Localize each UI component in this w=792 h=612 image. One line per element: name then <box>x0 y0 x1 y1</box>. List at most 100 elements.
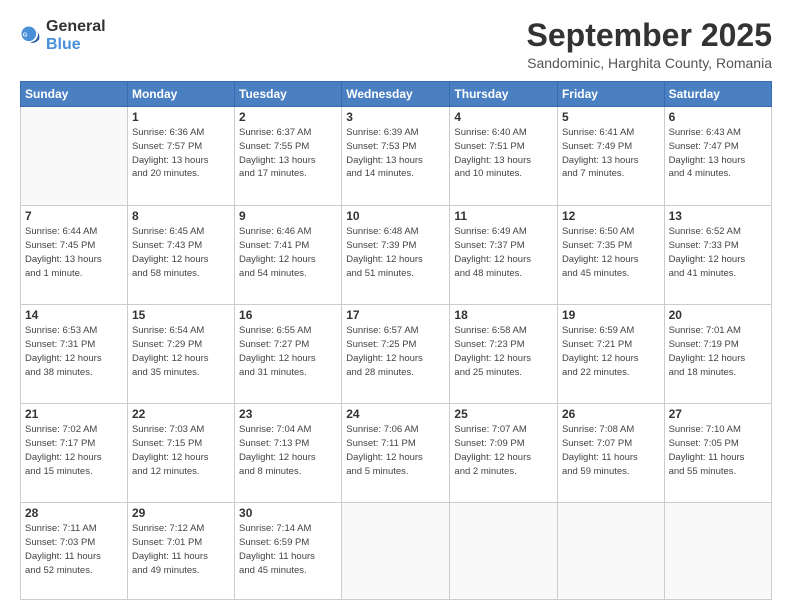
calendar-cell: 27 Sunrise: 7:10 AM Sunset: 7:05 PM Dayli… <box>664 404 771 503</box>
calendar-cell: 9 Sunrise: 6:46 AM Sunset: 7:41 PM Daylig… <box>235 206 342 305</box>
calendar-header-row: SundayMondayTuesdayWednesdayThursdayFrid… <box>21 82 772 107</box>
day-number: 27 <box>669 407 767 421</box>
calendar-header-saturday: Saturday <box>664 82 771 107</box>
day-number: 4 <box>454 110 553 124</box>
calendar-cell: 25 Sunrise: 7:07 AM Sunset: 7:09 PM Dayli… <box>450 404 558 503</box>
day-number: 18 <box>454 308 553 322</box>
calendar-cell: 18Sunrise: 6:58 AM Sunset: 7:23 PM Dayli… <box>450 305 558 404</box>
calendar-cell: 10 Sunrise: 6:48 AM Sunset: 7:39 PM Dayli… <box>342 206 450 305</box>
calendar-cell <box>21 107 128 206</box>
day-number: 17 <box>346 308 445 322</box>
day-number: 7 <box>25 209 123 223</box>
calendar-cell: 4 Sunrise: 6:40 AM Sunset: 7:51 PM Daylig… <box>450 107 558 206</box>
day-info: Sunrise: 6:57 AM Sunset: 7:25 PM Dayligh… <box>346 324 445 379</box>
day-number: 12 <box>562 209 660 223</box>
day-number: 25 <box>454 407 553 421</box>
day-info: Sunrise: 7:01 AM Sunset: 7:19 PM Dayligh… <box>669 324 767 379</box>
main-title: September 2025 <box>527 18 772 53</box>
day-number: 3 <box>346 110 445 124</box>
day-info: Sunrise: 7:02 AM Sunset: 7:17 PM Dayligh… <box>25 423 123 478</box>
calendar-header-thursday: Thursday <box>450 82 558 107</box>
day-number: 21 <box>25 407 123 421</box>
day-number: 20 <box>669 308 767 322</box>
day-number: 29 <box>132 506 230 520</box>
day-info: Sunrise: 7:06 AM Sunset: 7:11 PM Dayligh… <box>346 423 445 478</box>
top-section: G General Blue September 2025 Sandominic… <box>20 18 772 71</box>
day-info: Sunrise: 6:50 AM Sunset: 7:35 PM Dayligh… <box>562 225 660 280</box>
day-info: Sunrise: 6:54 AM Sunset: 7:29 PM Dayligh… <box>132 324 230 379</box>
logo: G General Blue <box>20 18 106 54</box>
logo-text: General Blue <box>46 18 106 54</box>
logo-icon: G <box>20 25 42 47</box>
day-info: Sunrise: 6:44 AM Sunset: 7:45 PM Dayligh… <box>25 225 123 280</box>
calendar-cell: 15 Sunrise: 6:54 AM Sunset: 7:29 PM Dayli… <box>127 305 234 404</box>
day-number: 2 <box>239 110 337 124</box>
day-number: 14 <box>25 308 123 322</box>
calendar-cell: 8 Sunrise: 6:45 AM Sunset: 7:43 PM Daylig… <box>127 206 234 305</box>
calendar-header-friday: Friday <box>557 82 664 107</box>
calendar-header-tuesday: Tuesday <box>235 82 342 107</box>
day-info: Sunrise: 6:53 AM Sunset: 7:31 PM Dayligh… <box>25 324 123 379</box>
day-number: 24 <box>346 407 445 421</box>
day-number: 6 <box>669 110 767 124</box>
calendar-cell: 7 Sunrise: 6:44 AM Sunset: 7:45 PM Daylig… <box>21 206 128 305</box>
calendar-cell: 14 Sunrise: 6:53 AM Sunset: 7:31 PM Dayli… <box>21 305 128 404</box>
day-number: 16 <box>239 308 337 322</box>
title-section: September 2025 Sandominic, Harghita Coun… <box>527 18 772 71</box>
calendar-cell: 30Sunrise: 7:14 AM Sunset: 6:59 PM Dayli… <box>235 503 342 600</box>
calendar-cell: 13 Sunrise: 6:52 AM Sunset: 7:33 PM Dayli… <box>664 206 771 305</box>
day-info: Sunrise: 6:48 AM Sunset: 7:39 PM Dayligh… <box>346 225 445 280</box>
day-info: Sunrise: 7:10 AM Sunset: 7:05 PM Dayligh… <box>669 423 767 478</box>
day-number: 13 <box>669 209 767 223</box>
day-number: 1 <box>132 110 230 124</box>
day-info: Sunrise: 6:43 AM Sunset: 7:47 PM Dayligh… <box>669 126 767 181</box>
day-number: 22 <box>132 407 230 421</box>
day-info: Sunrise: 6:49 AM Sunset: 7:37 PM Dayligh… <box>454 225 553 280</box>
day-info: Sunrise: 6:40 AM Sunset: 7:51 PM Dayligh… <box>454 126 553 181</box>
calendar-cell: 22 Sunrise: 7:03 AM Sunset: 7:15 PM Dayli… <box>127 404 234 503</box>
day-info: Sunrise: 6:59 AM Sunset: 7:21 PM Dayligh… <box>562 324 660 379</box>
calendar-cell: 1 Sunrise: 6:36 AM Sunset: 7:57 PM Daylig… <box>127 107 234 206</box>
day-info: Sunrise: 6:45 AM Sunset: 7:43 PM Dayligh… <box>132 225 230 280</box>
calendar-cell <box>664 503 771 600</box>
calendar-cell: 3 Sunrise: 6:39 AM Sunset: 7:53 PM Daylig… <box>342 107 450 206</box>
calendar-cell: 20 Sunrise: 7:01 AM Sunset: 7:19 PM Dayli… <box>664 305 771 404</box>
calendar-cell <box>557 503 664 600</box>
day-number: 19 <box>562 308 660 322</box>
logo-blue: Blue <box>46 36 81 53</box>
day-info: Sunrise: 6:41 AM Sunset: 7:49 PM Dayligh… <box>562 126 660 181</box>
day-number: 8 <box>132 209 230 223</box>
day-number: 23 <box>239 407 337 421</box>
day-info: Sunrise: 6:39 AM Sunset: 7:53 PM Dayligh… <box>346 126 445 181</box>
calendar-cell: 28Sunrise: 7:11 AM Sunset: 7:03 PM Dayli… <box>21 503 128 600</box>
day-number: 28 <box>25 506 123 520</box>
day-number: 9 <box>239 209 337 223</box>
calendar: SundayMondayTuesdayWednesdayThursdayFrid… <box>20 81 772 600</box>
day-info: Sunrise: 7:04 AM Sunset: 7:13 PM Dayligh… <box>239 423 337 478</box>
calendar-header-monday: Monday <box>127 82 234 107</box>
day-number: 15 <box>132 308 230 322</box>
calendar-cell: 26Sunrise: 7:08 AM Sunset: 7:07 PM Dayli… <box>557 404 664 503</box>
calendar-cell: 17 Sunrise: 6:57 AM Sunset: 7:25 PM Dayli… <box>342 305 450 404</box>
calendar-cell: 29Sunrise: 7:12 AM Sunset: 7:01 PM Dayli… <box>127 503 234 600</box>
calendar-week-2: 14 Sunrise: 6:53 AM Sunset: 7:31 PM Dayli… <box>21 305 772 404</box>
day-info: Sunrise: 6:36 AM Sunset: 7:57 PM Dayligh… <box>132 126 230 181</box>
day-number: 5 <box>562 110 660 124</box>
day-number: 11 <box>454 209 553 223</box>
day-info: Sunrise: 7:07 AM Sunset: 7:09 PM Dayligh… <box>454 423 553 478</box>
subtitle: Sandominic, Harghita County, Romania <box>527 55 772 71</box>
calendar-cell: 2 Sunrise: 6:37 AM Sunset: 7:55 PM Daylig… <box>235 107 342 206</box>
day-number: 10 <box>346 209 445 223</box>
calendar-cell: 19 Sunrise: 6:59 AM Sunset: 7:21 PM Dayli… <box>557 305 664 404</box>
day-info: Sunrise: 6:37 AM Sunset: 7:55 PM Dayligh… <box>239 126 337 181</box>
calendar-cell: 12 Sunrise: 6:50 AM Sunset: 7:35 PM Dayli… <box>557 206 664 305</box>
day-info: Sunrise: 6:52 AM Sunset: 7:33 PM Dayligh… <box>669 225 767 280</box>
calendar-week-4: 28Sunrise: 7:11 AM Sunset: 7:03 PM Dayli… <box>21 503 772 600</box>
svg-text:G: G <box>23 33 28 39</box>
day-info: Sunrise: 7:03 AM Sunset: 7:15 PM Dayligh… <box>132 423 230 478</box>
page: G General Blue September 2025 Sandominic… <box>0 0 792 612</box>
calendar-week-3: 21 Sunrise: 7:02 AM Sunset: 7:17 PM Dayli… <box>21 404 772 503</box>
calendar-cell: 24 Sunrise: 7:06 AM Sunset: 7:11 PM Dayli… <box>342 404 450 503</box>
calendar-cell: 6 Sunrise: 6:43 AM Sunset: 7:47 PM Daylig… <box>664 107 771 206</box>
day-info: Sunrise: 6:46 AM Sunset: 7:41 PM Dayligh… <box>239 225 337 280</box>
